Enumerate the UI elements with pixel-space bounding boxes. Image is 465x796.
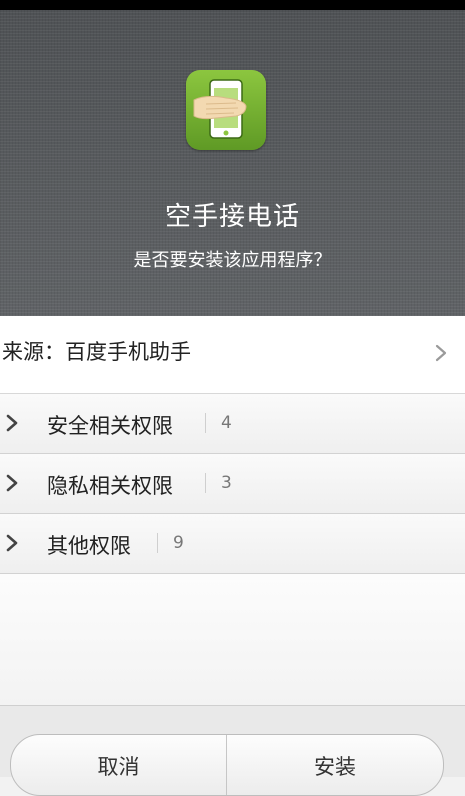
divider <box>205 413 206 433</box>
app-name: 空手接电话 <box>164 202 300 232</box>
install-prompt: 是否要安装该应用程序？ <box>133 250 332 271</box>
permission-label: 其他权限 <box>47 534 131 558</box>
status-bar <box>0 0 465 10</box>
permission-count: 9 <box>173 533 184 553</box>
divider <box>205 473 206 493</box>
permission-row-security[interactable]: 安全相关权限 4 <box>0 394 465 454</box>
permission-label: 隐私相关权限 <box>47 474 173 498</box>
source-label: 来源：百度手机助手 <box>2 340 191 364</box>
permission-label: 安全相关权限 <box>47 414 173 438</box>
source-row[interactable]: 来源：百度手机助手 <box>0 316 465 394</box>
chevron-right-icon <box>6 534 18 552</box>
install-button[interactable]: 安装 <box>227 735 443 795</box>
chevron-right-icon <box>6 474 18 492</box>
content-spacer <box>0 574 465 705</box>
action-bar: 取消 安装 <box>0 705 465 796</box>
permission-count: 3 <box>221 473 232 493</box>
chevron-right-icon <box>6 414 18 432</box>
permission-row-other[interactable]: 其他权限 9 <box>0 514 465 574</box>
divider <box>157 533 158 553</box>
permission-count: 4 <box>221 413 232 433</box>
hand-phone-icon <box>186 70 266 150</box>
button-group: 取消 安装 <box>10 734 444 796</box>
chevron-right-icon <box>435 344 447 362</box>
app-header: 空手接电话 是否要安装该应用程序？ <box>0 10 465 316</box>
cancel-button[interactable]: 取消 <box>11 735 226 795</box>
permission-row-privacy[interactable]: 隐私相关权限 3 <box>0 454 465 514</box>
